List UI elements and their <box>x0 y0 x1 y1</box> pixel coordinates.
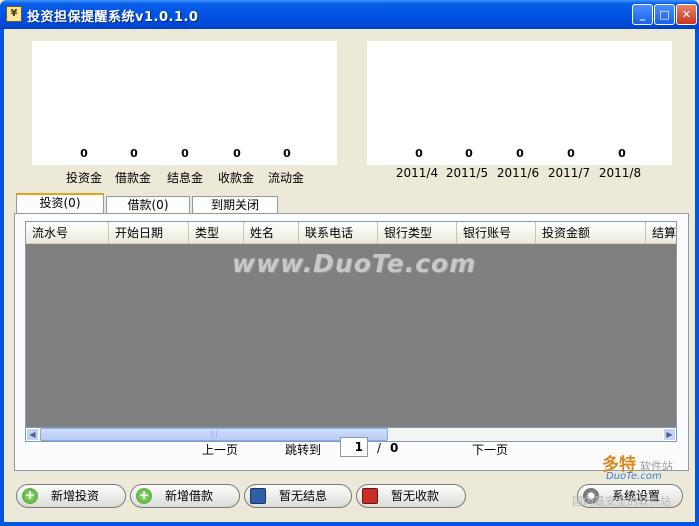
monthly-chart: 0 0 0 0 0 <box>367 41 672 165</box>
chart-category-label: 2011/8 <box>598 166 642 180</box>
scrollbar-thumb[interactable]: ||| <box>40 428 388 441</box>
no-payment-button[interactable]: 暂无收款 <box>356 484 466 508</box>
scroll-right-arrow-icon[interactable]: ▶ <box>663 428 676 441</box>
scroll-left-arrow-icon[interactable]: ◀ <box>26 428 39 441</box>
tab-investment[interactable]: 投资(0) <box>16 193 104 214</box>
jump-to-label: 跳转到 <box>285 443 322 457</box>
book-icon <box>362 488 378 504</box>
chart-category-label: 借款金 <box>114 171 151 185</box>
close-button[interactable]: ✕ <box>676 4 697 25</box>
column-header-phone[interactable]: 联系电话 <box>299 222 378 244</box>
main-client-area: 0 0 0 0 0 投资金 借款金 结息金 收款金 流动金 0 0 0 0 0 … <box>4 29 695 522</box>
chart-value-label: 0 <box>516 147 524 160</box>
duote-logo-watermark: 多特 软件站 DuoTe.com 国内最安全的软件站 <box>564 449 694 521</box>
watermark-text: www.DuoTe.com <box>232 249 477 278</box>
amount-summary-chart: 0 0 0 0 0 <box>32 41 337 165</box>
button-label: 新增借款 <box>165 489 214 503</box>
title-bar[interactable]: ¥ 投资担保提醒系统v1.0.1.0 _ □ ✕ <box>0 0 699 29</box>
chart-value-label: 0 <box>80 147 88 160</box>
column-header-type[interactable]: 类型 <box>189 222 244 244</box>
prev-page-link[interactable]: 上一页 <box>202 441 238 458</box>
tab-loan[interactable]: 借款(0) <box>106 196 190 214</box>
book-icon <box>250 488 266 504</box>
button-label: 暂无结息 <box>279 489 328 503</box>
column-header-bank-type[interactable]: 银行类型 <box>378 222 457 244</box>
chart-value-label: 0 <box>181 147 189 160</box>
chart-value-label: 0 <box>283 147 291 160</box>
page-number-input[interactable]: 1 <box>340 437 368 457</box>
page-separator: / <box>377 441 382 455</box>
maximize-button[interactable]: □ <box>654 4 675 25</box>
app-icon[interactable]: ¥ <box>6 6 22 22</box>
add-investment-button[interactable]: + 新增投资 <box>16 484 126 508</box>
column-header-bank-account[interactable]: 银行账号 <box>457 222 536 244</box>
chart-value-label: 0 <box>130 147 138 160</box>
column-header-settlement[interactable]: 结算 <box>646 222 676 244</box>
minimize-button[interactable]: _ <box>632 4 653 25</box>
add-icon: + <box>136 488 152 504</box>
logo-foot-text: 国内最安全的软件站 <box>572 495 671 508</box>
button-label: 暂无收款 <box>391 489 440 503</box>
column-header-start-date[interactable]: 开始日期 <box>109 222 189 244</box>
chart-value-label: 0 <box>567 147 575 160</box>
logo-en-text: DuoTe.com <box>606 471 662 482</box>
button-label: 新增投资 <box>51 489 100 503</box>
add-icon: + <box>22 488 38 504</box>
chart-value-label: 0 <box>465 147 473 160</box>
column-header-name[interactable]: 姓名 <box>244 222 299 244</box>
chart-value-label: 0 <box>618 147 626 160</box>
chart-value-label: 0 <box>415 147 423 160</box>
next-page-link[interactable]: 下一页 <box>472 441 508 458</box>
column-header-serial-no[interactable]: 流水号 <box>26 222 109 244</box>
app-window: ¥ 投资担保提醒系统v1.0.1.0 _ □ ✕ 0 0 0 0 0 投资金 借… <box>0 0 699 526</box>
no-interest-button[interactable]: 暂无结息 <box>244 484 352 508</box>
window-title: 投资担保提醒系统v1.0.1.0 <box>27 10 199 25</box>
column-header-investment-amount[interactable]: 投资金额 <box>536 222 646 244</box>
chart-category-label: 流动金 <box>267 171 304 185</box>
tab-expired-closed[interactable]: 到期关闭 <box>192 196 278 214</box>
grid-header: 流水号 开始日期 类型 姓名 联系电话 银行类型 银行账号 投资金额 结算 <box>26 222 676 244</box>
total-pages: 0 <box>390 441 399 455</box>
add-loan-button[interactable]: + 新增借款 <box>130 484 240 508</box>
chart-value-label: 0 <box>233 147 241 160</box>
